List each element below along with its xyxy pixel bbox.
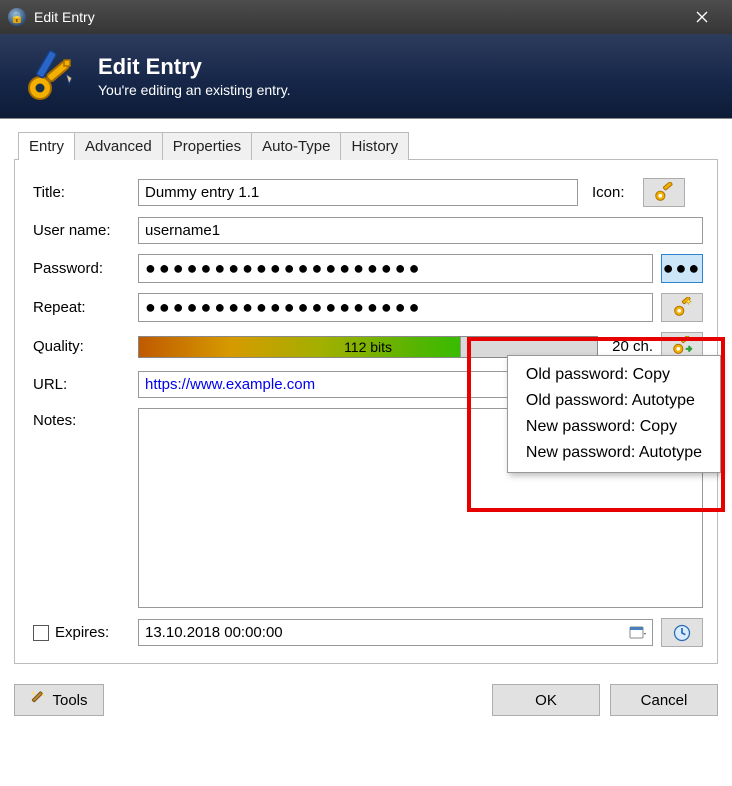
label-password: Password: (33, 260, 138, 277)
expires-input[interactable] (138, 619, 653, 646)
tab-advanced[interactable]: Advanced (74, 132, 163, 160)
tab-entry[interactable]: Entry (18, 132, 75, 160)
repeat-input[interactable]: ●●●●●●●●●●●●●●●●●●●● (138, 293, 653, 322)
quality-bits: 112 bits (344, 339, 392, 355)
toggle-password-visibility-button[interactable]: ●●● (661, 254, 703, 283)
username-input[interactable] (138, 217, 703, 244)
label-notes: Notes: (33, 408, 138, 429)
char-count: 20 ch. (612, 338, 653, 355)
window-close-button[interactable] (680, 0, 724, 34)
label-expires: Expires: (55, 624, 109, 641)
app-lock-icon: 🔒 (8, 8, 26, 26)
label-icon: Icon: (592, 184, 625, 201)
label-repeat: Repeat: (33, 299, 138, 316)
tabs-bar: Entry Advanced Properties Auto-Type Hist… (14, 131, 718, 160)
label-username: User name: (33, 222, 138, 239)
menu-new-password-autotype[interactable]: New password: Autotype (508, 440, 720, 466)
dots-icon: ●●● (663, 258, 702, 279)
banner-subtitle: You're editing an existing entry. (98, 82, 291, 98)
menu-new-password-copy[interactable]: New password: Copy (508, 414, 720, 440)
tab-properties[interactable]: Properties (162, 132, 252, 160)
calendar-dropdown-icon[interactable] (629, 624, 647, 642)
menu-old-password-autotype[interactable]: Old password: Autotype (508, 388, 720, 414)
expires-checkbox[interactable] (33, 625, 49, 641)
title-input[interactable] (138, 179, 578, 206)
window-title: Edit Entry (34, 9, 680, 25)
tools-button-label: Tools (52, 692, 87, 709)
wand-icon (30, 690, 46, 710)
banner-heading: Edit Entry (98, 54, 291, 80)
password-input[interactable]: ●●●●●●●●●●●●●●●●●●●● (138, 254, 653, 283)
icon-picker-button[interactable] (643, 178, 685, 207)
expires-presets-button[interactable] (661, 618, 703, 647)
dialog-footer: Tools OK Cancel (0, 674, 732, 730)
tools-button[interactable]: Tools (14, 684, 104, 716)
label-title: Title: (33, 184, 138, 201)
password-actions-menu: Old password: Copy Old password: Autotyp… (507, 355, 721, 473)
tab-auto-type[interactable]: Auto-Type (251, 132, 341, 160)
window-titlebar: 🔒 Edit Entry (0, 0, 732, 34)
cancel-button[interactable]: Cancel (610, 684, 718, 716)
ok-button[interactable]: OK (492, 684, 600, 716)
dialog-banner: Edit Entry You're editing an existing en… (0, 34, 732, 119)
key-pencil-icon (20, 44, 84, 108)
tab-history[interactable]: History (340, 132, 409, 160)
label-url: URL: (33, 376, 138, 393)
generate-password-button[interactable] (661, 293, 703, 322)
label-quality: Quality: (33, 338, 138, 355)
menu-old-password-copy[interactable]: Old password: Copy (508, 362, 720, 388)
